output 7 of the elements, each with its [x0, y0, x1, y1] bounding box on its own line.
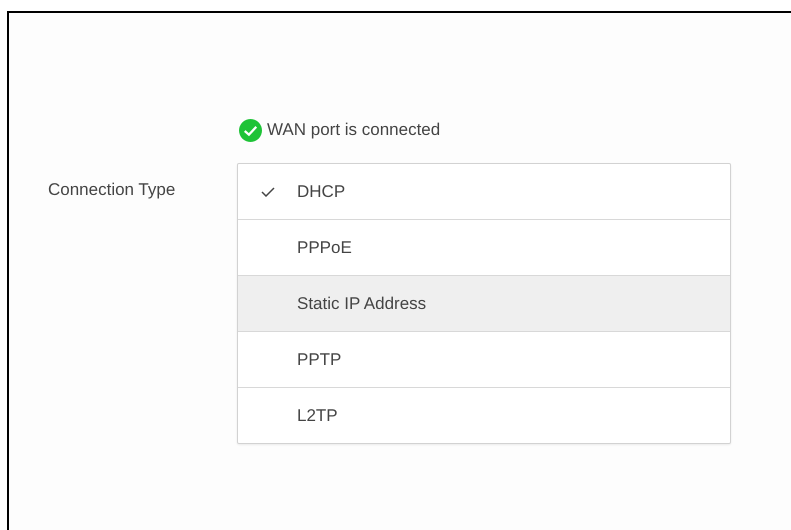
menu-option[interactable]: Static IP Address	[238, 275, 730, 331]
check-icon	[261, 187, 275, 197]
menu-option[interactable]: PPTP	[238, 331, 730, 387]
status-text: WAN port is connected	[267, 120, 440, 140]
field-label: Connection Type	[48, 180, 176, 201]
menu-option[interactable]: L2TP	[238, 387, 730, 443]
menu-option[interactable]: DHCP	[238, 164, 730, 219]
